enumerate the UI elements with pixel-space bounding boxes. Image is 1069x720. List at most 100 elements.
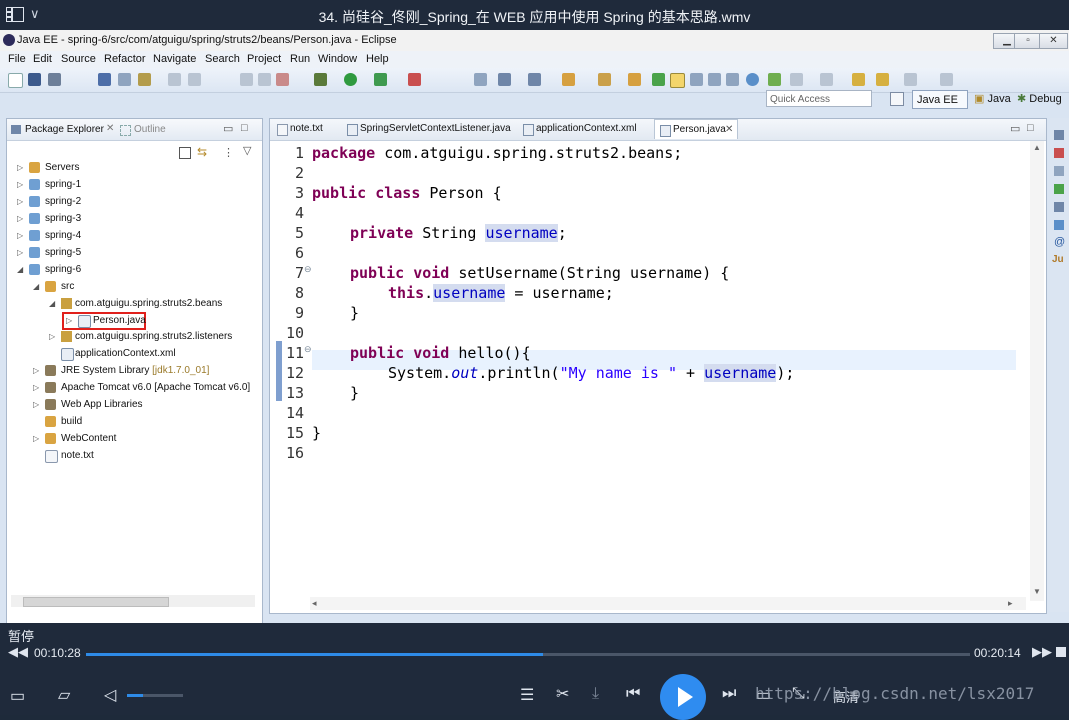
- new-java-project-icon[interactable]: [498, 73, 511, 86]
- playlist-icon[interactable]: ▭: [10, 686, 25, 706]
- link-icon[interactable]: [98, 73, 111, 86]
- undo-icon[interactable]: [168, 73, 181, 86]
- horizontal-scrollbar[interactable]: [11, 595, 255, 607]
- collapse-all-icon[interactable]: [179, 147, 191, 159]
- redo-icon[interactable]: [188, 73, 201, 86]
- tree-item-person-java[interactable]: ▷ Person.java: [62, 312, 146, 330]
- run-icon[interactable]: [344, 73, 357, 86]
- expand-icon[interactable]: ▷: [33, 380, 39, 396]
- menu-search[interactable]: Search: [205, 53, 240, 65]
- menu-navigate[interactable]: Navigate: [153, 53, 196, 65]
- servers-view-icon[interactable]: [1054, 130, 1064, 140]
- skip-icon[interactable]: [240, 73, 253, 86]
- expand-icon[interactable]: ▷: [17, 177, 23, 193]
- scroll-up-icon[interactable]: ▲: [1033, 143, 1041, 152]
- code-line-8[interactable]: this.username = username;: [388, 284, 614, 302]
- tab-note-txt[interactable]: note.txt: [272, 119, 342, 139]
- open-type-icon[interactable]: [562, 73, 575, 86]
- menu-project[interactable]: Project: [247, 53, 281, 65]
- menu-window[interactable]: Window: [318, 53, 357, 65]
- markers-view-icon[interactable]: [1054, 148, 1064, 158]
- perspective-java-ee[interactable]: Java EE: [912, 90, 968, 109]
- expand-icon[interactable]: ▷: [33, 397, 39, 413]
- word-wrap-icon[interactable]: [708, 73, 721, 86]
- properties-view-icon[interactable]: [1054, 166, 1064, 176]
- block-select-icon[interactable]: [690, 73, 703, 86]
- menu-edit[interactable]: Edit: [33, 53, 52, 65]
- minimize-view-icon[interactable]: ▭: [1010, 122, 1020, 135]
- code-line-1[interactable]: package com.atguigu.spring.struts2.beans…: [312, 144, 682, 162]
- properties-icon[interactable]: [118, 73, 131, 86]
- scroll-left-icon[interactable]: ◂: [312, 598, 317, 609]
- stop-icon[interactable]: [408, 73, 421, 86]
- view-menu-icon[interactable]: ▽: [243, 144, 251, 157]
- debug-icon[interactable]: [314, 73, 327, 86]
- code-line-11[interactable]: public void hello(){: [350, 344, 531, 362]
- open-perspective-icon[interactable]: [890, 92, 904, 106]
- snippets-icon[interactable]: [1054, 202, 1064, 212]
- fold-icon[interactable]: ⊖: [304, 264, 312, 275]
- expand-icon[interactable]: ▷: [17, 245, 23, 261]
- new-server-icon[interactable]: [474, 73, 487, 86]
- pin-icon[interactable]: [904, 73, 917, 86]
- back-icon[interactable]: [852, 73, 865, 86]
- scrollbar-thumb[interactable]: [23, 597, 169, 607]
- collapse-icon[interactable]: ◢: [49, 296, 55, 312]
- open-folder-icon[interactable]: [628, 73, 641, 86]
- expand-icon[interactable]: ▷: [33, 431, 39, 447]
- annotation-icon[interactable]: [652, 73, 665, 86]
- menu-run[interactable]: Run: [290, 53, 310, 65]
- fold-icon[interactable]: ⊖: [304, 344, 312, 355]
- tab-outline[interactable]: Outline: [134, 124, 166, 135]
- quick-access-input[interactable]: Quick Access: [766, 90, 872, 107]
- view-menu-icon[interactable]: [940, 73, 953, 86]
- link-with-editor-icon[interactable]: ⇆: [197, 145, 207, 159]
- new-class-icon[interactable]: [528, 73, 541, 86]
- settings-sliders-icon[interactable]: ☰: [520, 685, 534, 705]
- collapse-icon[interactable]: ◢: [17, 262, 23, 278]
- stop-icon[interactable]: [1056, 647, 1066, 657]
- data-source-icon[interactable]: [1054, 184, 1064, 194]
- close-icon[interactable]: ✕: [725, 120, 733, 140]
- show-whitespace-icon[interactable]: [726, 73, 739, 86]
- minimize-view-icon[interactable]: ▭: [223, 122, 233, 135]
- run-external-icon[interactable]: [374, 73, 387, 86]
- tab-spring-servlet-context-listener[interactable]: SpringServletContextListener.java: [342, 119, 518, 139]
- code-line-3[interactable]: public class Person {: [312, 184, 502, 202]
- junit-icon[interactable]: Ju: [1052, 254, 1064, 265]
- globe-icon[interactable]: [746, 73, 759, 86]
- next-icon[interactable]: ⏭: [722, 685, 736, 703]
- code-line-9[interactable]: }: [350, 304, 359, 322]
- scroll-right-icon[interactable]: ▸: [1008, 598, 1013, 609]
- task-icon[interactable]: [138, 73, 151, 86]
- javadoc-icon[interactable]: @: [1054, 236, 1065, 248]
- save-icon[interactable]: [28, 73, 41, 86]
- code-line-15[interactable]: }: [312, 424, 321, 442]
- vertical-scrollbar[interactable]: ▲ ▼: [1030, 141, 1044, 601]
- expand-icon[interactable]: ▷: [17, 228, 23, 244]
- suspend-icon[interactable]: [258, 73, 271, 86]
- prev-annotation-icon[interactable]: [790, 73, 803, 86]
- menu-source[interactable]: Source: [61, 53, 96, 65]
- previous-icon[interactable]: ⏮: [626, 685, 640, 703]
- tab-package-explorer[interactable]: Package Explorer: [25, 124, 104, 135]
- expand-icon[interactable]: ▷: [33, 363, 39, 379]
- last-edit-icon[interactable]: [820, 73, 833, 86]
- maximize-view-icon[interactable]: □: [1027, 122, 1034, 134]
- menu-file[interactable]: File: [8, 53, 26, 65]
- filter-icon[interactable]: ⋮: [223, 146, 234, 159]
- tab-application-context[interactable]: applicationContext.xml: [518, 119, 652, 139]
- next-annotation-icon[interactable]: [768, 73, 781, 86]
- forward-icon[interactable]: [876, 73, 889, 86]
- new-icon[interactable]: [8, 73, 23, 88]
- terminate-icon[interactable]: [276, 73, 289, 86]
- console-icon[interactable]: [1054, 220, 1064, 230]
- maximize-button[interactable]: ▫: [1014, 33, 1042, 49]
- tab-person-java[interactable]: Person.java ✕: [654, 119, 738, 139]
- expand-icon[interactable]: ▷: [66, 314, 72, 328]
- play-button[interactable]: [660, 674, 706, 720]
- download-icon[interactable]: ⤓: [592, 685, 599, 703]
- code-line-13[interactable]: }: [350, 384, 359, 402]
- expand-icon[interactable]: ▷: [17, 194, 23, 210]
- save-all-icon[interactable]: [48, 73, 61, 86]
